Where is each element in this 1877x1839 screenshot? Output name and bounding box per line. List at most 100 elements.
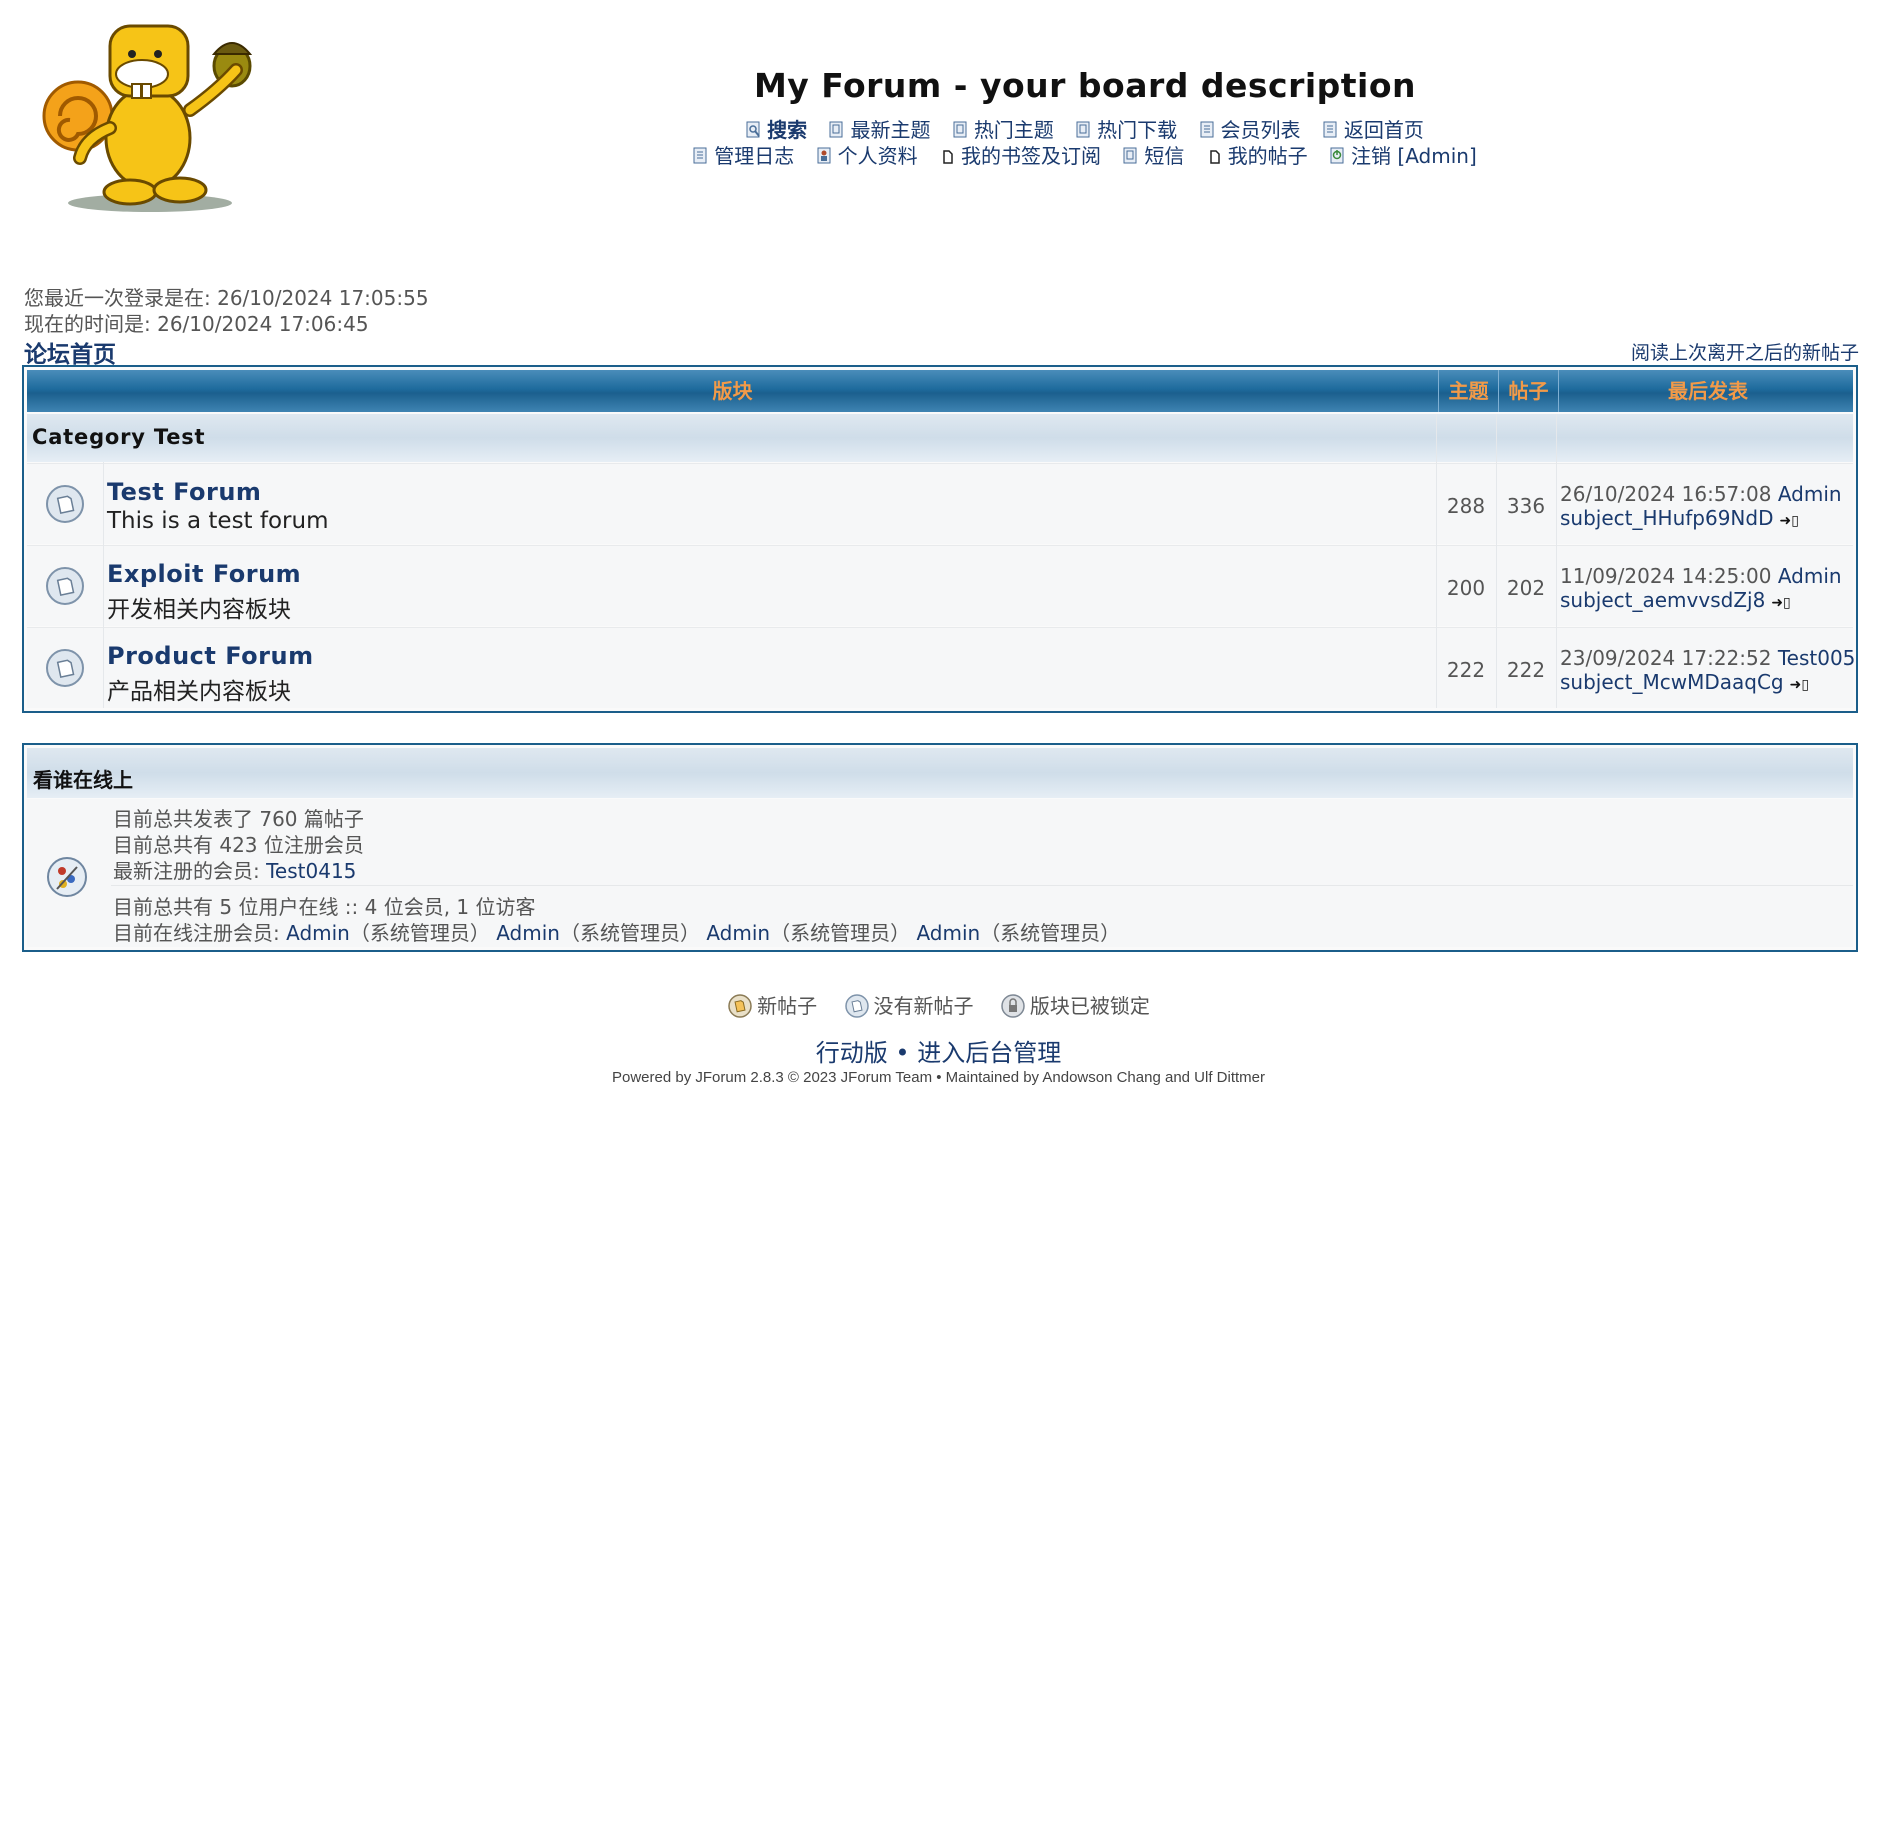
nav-label: 注销 [Admin] (1351, 144, 1477, 168)
last-post-meta: 26/10/2024 16:57:08 Admin (1560, 482, 1842, 506)
nav-home[interactable]: 返回首页 (1323, 114, 1424, 143)
no-new-posts-folder-icon (46, 485, 84, 523)
legend-label: 新帖子 (757, 994, 818, 1018)
new-posts-since-last-visit-link[interactable]: 阅读上次离开之后的新帖子 (1631, 338, 1859, 365)
forum-row: Exploit Forum 开发相关内容板块 200 202 11/09/202… (27, 545, 1853, 626)
main-nav-row-2: 管理日志 个人资料 我的书签及订阅 短信 我的帖子 注销 [Admin] (0, 140, 1877, 169)
nav-hot-topics[interactable]: 热门主题 (953, 114, 1054, 143)
hot-topics-icon (953, 120, 969, 138)
goto-last-post-icon[interactable]: ➜▯ (1780, 513, 1799, 529)
total-users-suffix: 位注册会员 (263, 833, 364, 857)
newest-member-label: 最新注册的会员: (113, 859, 260, 883)
no-new-posts-folder-icon (46, 649, 84, 687)
goto-last-post-icon[interactable]: ➜▯ (1771, 595, 1790, 611)
online-users-label: 目前在线注册会员: (113, 921, 280, 945)
nav-label: 会员列表 (1220, 118, 1301, 142)
nav-my-posts[interactable]: 我的帖子 (1207, 140, 1308, 169)
header-topics: 主题 (1439, 370, 1499, 412)
total-users-prefix: 目前总共有 (113, 833, 213, 857)
nav-moderation-log[interactable]: 管理日志 (693, 140, 794, 169)
nav-label: 返回首页 (1343, 118, 1424, 142)
admin-panel-link[interactable]: 进入后台管理 (917, 1039, 1061, 1067)
total-posts-count: 760 (259, 807, 298, 831)
nav-label: 短信 (1144, 144, 1185, 168)
last-post-subject: subject_HHufp69NdD ➜▯ (1560, 506, 1799, 530)
legend-label: 没有新帖子 (873, 994, 974, 1018)
forum-topics-count: 200 (1446, 576, 1486, 600)
nav-private-messages[interactable]: 短信 (1123, 140, 1184, 169)
legend-new-posts: 新帖子 (727, 990, 817, 1019)
nav-label: 我的帖子 (1227, 144, 1308, 168)
online-user-link[interactable]: Admin (286, 921, 350, 945)
locked-folder-icon (1001, 994, 1025, 1018)
logout-icon (1330, 146, 1346, 164)
last-post-meta: 23/09/2024 17:22:52 Test005 (1560, 646, 1855, 670)
total-posts-suffix: 篇帖子 (303, 807, 364, 831)
online-divider (111, 885, 1853, 886)
column-divider (103, 462, 104, 708)
nav-bookmarks[interactable]: 我的书签及订阅 (940, 140, 1101, 169)
legend-label: 版块已被锁定 (1029, 994, 1150, 1018)
last-post-user-link[interactable]: Admin (1778, 482, 1842, 506)
footer-links: 行动版 • 进入后台管理 (0, 1033, 1877, 1068)
nav-hot-downloads[interactable]: 热门下载 (1076, 114, 1177, 143)
category-name[interactable]: Category Test (32, 425, 205, 449)
last-post-subject: subject_McwMDaaqCg ➜▯ (1560, 670, 1809, 694)
current-time-text: 现在的时间是: 26/10/2024 17:06:45 (24, 312, 369, 336)
forum-name-link[interactable]: Product Forum (107, 642, 314, 670)
nav-logout[interactable]: 注销 [Admin] (1330, 140, 1477, 169)
online-user-role: （系统管理员） (349, 921, 490, 945)
header-forum: 版块 (27, 370, 1439, 412)
moderation-log-icon (693, 146, 709, 164)
online-user-link[interactable]: Admin (496, 921, 560, 945)
last-post-user-link[interactable]: Admin (1778, 564, 1842, 588)
header-posts: 帖子 (1499, 370, 1559, 412)
online-user-role: （系统管理员） (770, 921, 911, 945)
online-users-line: 目前在线注册会员: Admin（系统管理员） Admin（系统管理员） Admi… (113, 917, 1120, 946)
mobile-version-link[interactable]: 行动版 (816, 1039, 888, 1067)
last-post-user-link[interactable]: Test005 (1778, 646, 1856, 670)
column-divider (1436, 414, 1437, 708)
column-divider (1556, 414, 1557, 708)
hot-downloads-icon (1076, 120, 1092, 138)
online-summary: 目前总共有 5 位用户在线 :: 4 位会员, 1 位访客 (113, 895, 536, 919)
forum-table-header: 版块 主题 帖子 最后发表 (27, 370, 1853, 412)
forum-description: 开发相关内容板块 (107, 597, 291, 623)
last-post-subject-link[interactable]: subject_aemvvsdZj8 (1560, 588, 1765, 612)
online-user-link[interactable]: Admin (916, 921, 980, 945)
member-list-icon (1200, 120, 1216, 138)
folder-legend: 新帖子 没有新帖子 版块已被锁定 (0, 990, 1877, 1019)
bookmarks-icon (940, 146, 956, 164)
nav-profile[interactable]: 个人资料 (817, 140, 918, 169)
header-last-post: 最后发表 (1668, 379, 1748, 403)
online-user-link[interactable]: Admin (706, 921, 770, 945)
nav-member-list[interactable]: 会员列表 (1200, 114, 1301, 143)
total-users-line: 目前总共有 423 位注册会员 (113, 829, 364, 858)
breadcrumb-forum-index[interactable]: 论坛首页 (24, 335, 116, 369)
last-post-subject-link[interactable]: subject_HHufp69NdD (1560, 506, 1774, 530)
nav-recent-topics[interactable]: 最新主题 (829, 114, 930, 143)
forum-name-link[interactable]: Exploit Forum (107, 560, 301, 588)
nav-label: 最新主题 (850, 118, 931, 142)
last-post-meta: 11/09/2024 14:25:00 Admin (1560, 564, 1842, 588)
main-nav-row-1: 搜索 最新主题 热门主题 热门下载 会员列表 返回首页 (0, 114, 1877, 143)
private-messages-icon (1123, 146, 1139, 164)
nav-search[interactable]: 搜索 (746, 114, 807, 143)
forum-name-link[interactable]: Test Forum (107, 478, 261, 506)
forum-posts-count: 222 (1506, 658, 1546, 682)
last-visit-text: 您最近一次登录是在: 26/10/2024 17:05:55 (24, 286, 429, 310)
nav-label: 管理日志 (714, 144, 795, 168)
powered-by-text: Powered by JForum 2.8.3 © 2023 JForum Te… (611, 1069, 1265, 1086)
nav-label: 热门下载 (1097, 118, 1178, 142)
online-user-role: （系统管理员） (980, 921, 1121, 945)
footer-separator: • (895, 1039, 910, 1067)
nav-label: 我的书签及订阅 (960, 144, 1101, 168)
my-posts-icon (1207, 146, 1223, 164)
legend-no-new-posts: 没有新帖子 (844, 990, 974, 1019)
total-posts-line: 目前总共发表了 760 篇帖子 (113, 803, 364, 832)
new-posts-folder-icon (728, 994, 752, 1018)
goto-last-post-icon[interactable]: ➜▯ (1790, 677, 1809, 693)
newest-member-link[interactable]: Test0415 (266, 859, 356, 883)
site-title: My Forum - your board description (753, 66, 1417, 105)
last-post-subject-link[interactable]: subject_McwMDaaqCg (1560, 670, 1784, 694)
